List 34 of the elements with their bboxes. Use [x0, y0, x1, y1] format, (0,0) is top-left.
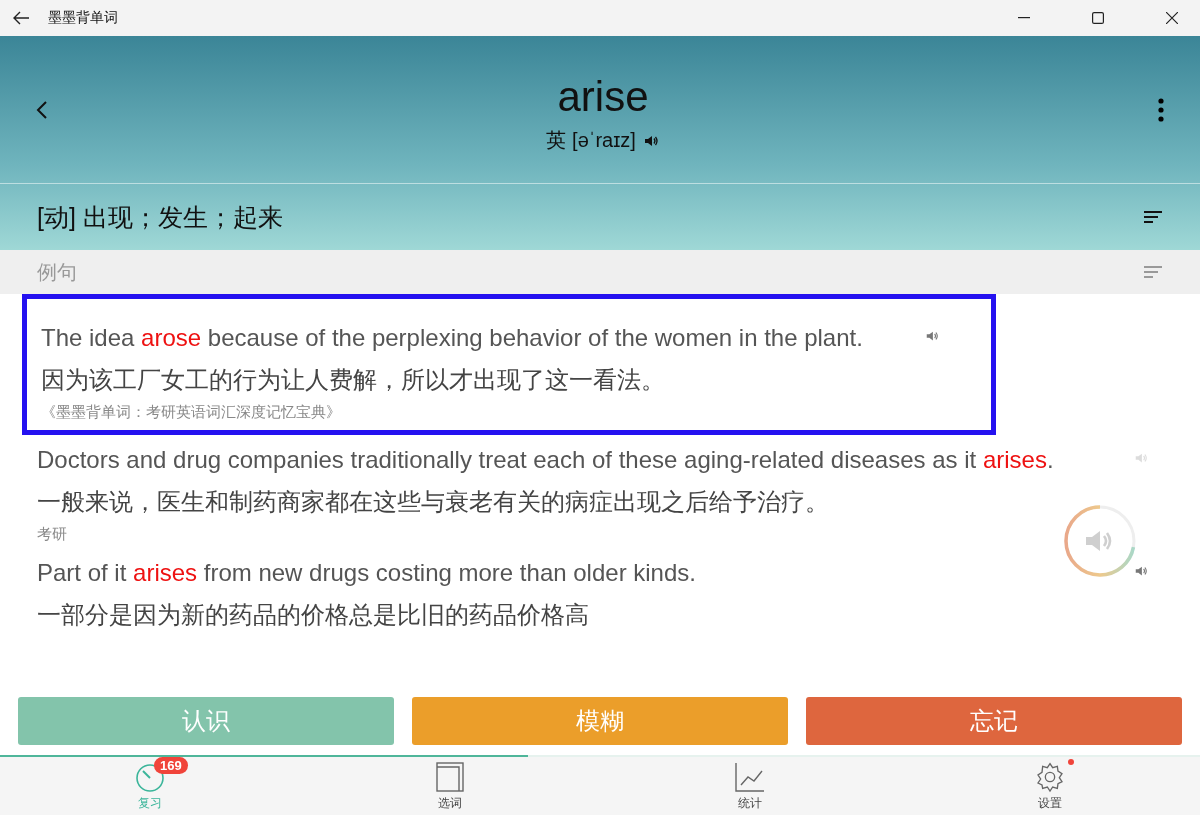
chart-icon [734, 760, 766, 793]
nav-tab[interactable]: 设置 [900, 757, 1200, 815]
nav-label: 设置 [1038, 794, 1062, 812]
example-translation: 一般来说，医生和制药商家都在这些与衰老有关的病症出现之后给予治疗。 [37, 487, 830, 517]
more-icon[interactable] [1158, 97, 1164, 122]
example-translation: 一部分是因为新的药品的价格总是比旧的药品价格高 [37, 600, 590, 630]
window-title: 墨墨背单词 [48, 9, 119, 27]
example-sentence: The idea arose because of the perplexing behavior of the women in the plant. [41, 323, 864, 353]
sort-icon[interactable] [1144, 210, 1162, 224]
example-translation: 因为该工厂女工的行为让人费解，所以才出现了这一看法。 [41, 365, 666, 395]
section-title: 例句 [37, 259, 77, 285]
nav-label: 选词 [438, 794, 462, 812]
nav-tab[interactable]: 统计 [600, 757, 900, 815]
nav-tab[interactable]: 169 复习 [0, 757, 300, 815]
accent-label: 英 [546, 128, 567, 153]
back-chevron-icon[interactable] [36, 99, 48, 120]
example-sentence: Part of it arises from new drugs costing more than older kinds. [37, 558, 697, 588]
example-source: 《墨墨背单词：考研英语词汇深度记忆宝典》 [41, 403, 342, 422]
book-icon [434, 760, 466, 793]
nav-label: 复习 [138, 794, 162, 812]
headword: arise [557, 73, 649, 121]
nav-tab[interactable]: 选词 [300, 757, 600, 815]
example-sentence: Doctors and drug companies traditionally treat each of these aging-related diseases as it arises. [37, 445, 1055, 475]
back-arrow-icon[interactable] [12, 11, 30, 25]
speaker-icon[interactable] [925, 329, 939, 343]
selected-example[interactable]: The idea arose because of the perplexing behavior of the women in the plant. 因为该工厂女工的行为让人费解，所以才出现了这一看法。 《墨墨背单词：考研英语词汇深度记忆宝典》 [22, 294, 996, 435]
nav-label: 统计 [738, 794, 762, 812]
definition-text: [动] 出现；发生；起来 [37, 201, 283, 233]
example-source: 考研 [37, 525, 68, 544]
maximize-icon[interactable] [1092, 12, 1104, 24]
minimize-icon[interactable] [1018, 17, 1030, 19]
speaker-icon[interactable] [1134, 564, 1148, 578]
close-icon[interactable] [1166, 12, 1178, 24]
phonetic-text: [əˈraɪz] [572, 129, 636, 152]
